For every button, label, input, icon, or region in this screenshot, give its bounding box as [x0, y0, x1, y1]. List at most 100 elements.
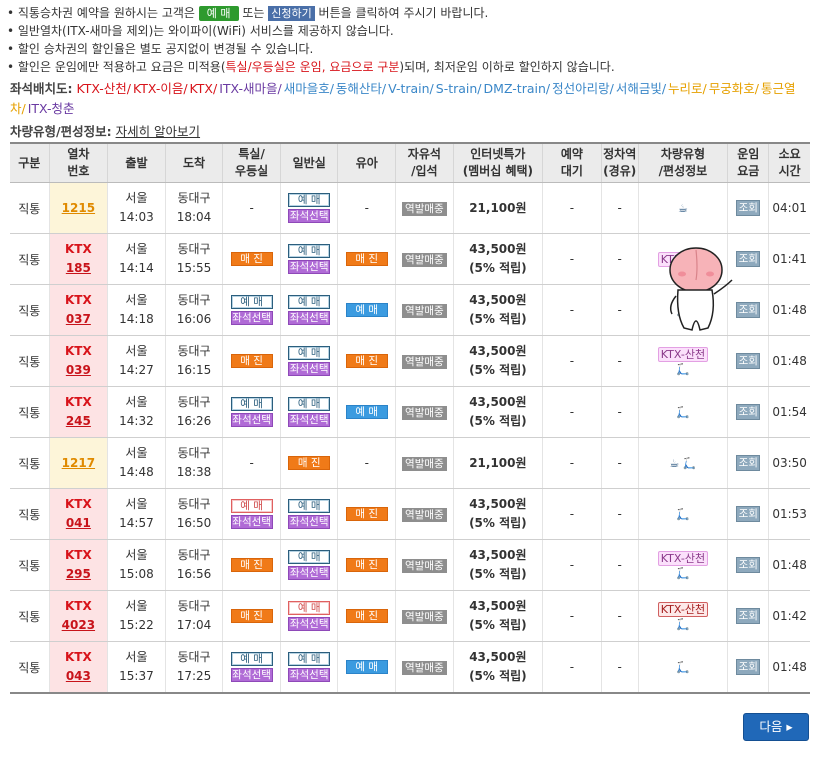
fare-inquiry-button[interactable]: 조회	[736, 404, 761, 420]
sold-out-button[interactable]: 매 진	[230, 558, 273, 572]
sold-out-button[interactable]: 매 진	[288, 456, 331, 470]
departure-cell: 서울 14:18	[107, 284, 166, 336]
train-number-link[interactable]: 4023	[50, 616, 108, 635]
sold-out-button[interactable]: 매 진	[345, 558, 388, 572]
sold-out-button[interactable]: 매 진	[345, 252, 388, 266]
reserve-button[interactable]: 예 매	[345, 303, 388, 317]
seat-select-button[interactable]: 좌석선택	[230, 311, 273, 325]
fare-cell: 43,500원 (5% 적립)	[452, 488, 543, 540]
reserve-button[interactable]: 예 매	[288, 499, 331, 513]
arrival-cell: 동대구 16:15	[164, 335, 223, 387]
reserve-button[interactable]: 예 매	[288, 601, 331, 615]
sold-out-button[interactable]: 매 진	[230, 354, 273, 368]
train-number-link[interactable]: 1215	[50, 199, 108, 218]
sold-out-button[interactable]: 매 진	[345, 609, 388, 623]
reserve-button[interactable]: 예 매	[288, 346, 331, 360]
reserve-button[interactable]: 예 매	[288, 550, 331, 564]
ktx-sancheon-tag[interactable]: KTX-산천	[657, 346, 709, 362]
seat-map-link[interactable]: ITX-청춘	[28, 101, 75, 116]
fare-inquiry-button[interactable]: 조회	[736, 251, 761, 267]
seat-select-button[interactable]: 좌석선택	[230, 668, 273, 682]
amenity-icon: 🛴	[676, 566, 690, 580]
ktx-sancheon-tag[interactable]: KTX-산천	[657, 550, 709, 566]
seat-select-button[interactable]: 좌석선택	[288, 515, 331, 529]
fare-cell: 43,500원 (5% 적립)	[452, 590, 543, 642]
train-type-cell: 직통	[10, 437, 50, 489]
train-number-link[interactable]: 1217	[50, 454, 108, 473]
seat-map-link[interactable]: DMZ-train/	[484, 81, 551, 96]
seat-map-link[interactable]: V-train/	[388, 81, 434, 96]
duration-cell: 01:54	[768, 386, 810, 438]
reserve-button[interactable]: 예 매	[230, 499, 273, 513]
schedule-table: 구분 열차 번호 출발 도착 특실/우등실 일반실 유아 자유석/입석 인터넷특가 (멤버십 혜택)…	[10, 142, 810, 694]
notice-4: • 할인은 운임에만 적용하고 요금은 미적용(특실/우등실은 운임, 요금으로…	[7, 60, 615, 74]
next-button[interactable]: 다음 ▸	[743, 713, 809, 741]
reserve-button[interactable]: 예 매	[230, 397, 273, 411]
seat-map-links: 좌석배치도: KTX-산천/KTX-이음/KTX/ITX-새마을/새마을호/동해…	[10, 79, 820, 119]
train-number-link[interactable]: 037	[50, 310, 108, 329]
reserve-button[interactable]: 예 매	[230, 652, 273, 666]
reserve-button[interactable]: 예 매	[345, 405, 388, 419]
seat-map-link[interactable]: 서해금빛/	[616, 81, 666, 96]
normal-cell: 예 매좌석선택	[279, 488, 338, 540]
duration-cell: 04:01	[768, 182, 810, 234]
seat-map-link[interactable]: S-train/	[436, 81, 482, 96]
fare-cell: 43,500원 (5% 적립)	[452, 335, 543, 387]
reserve-button[interactable]: 예 매	[288, 652, 331, 666]
seat-select-button[interactable]: 좌석선택	[230, 413, 273, 427]
seat-map-link[interactable]: 정선아리랑/	[552, 81, 614, 96]
free-seat-cell: 역발매중	[395, 641, 454, 694]
seat-select-button[interactable]: 좌석선택	[288, 209, 331, 223]
reserve-button[interactable]: 예 매	[345, 660, 388, 674]
seat-select-button[interactable]: 좌석선택	[288, 668, 331, 682]
train-number-cell: KTX 245	[48, 386, 108, 438]
seat-map-link[interactable]: KTX-이음/	[133, 81, 188, 96]
fare-inquiry-button[interactable]: 조회	[736, 353, 761, 369]
seat-select-button[interactable]: 좌석선택	[230, 515, 273, 529]
seat-select-button[interactable]: 좌석선택	[288, 362, 331, 376]
seat-map-link[interactable]: 새마을호/	[284, 81, 334, 96]
train-number-link[interactable]: 039	[50, 361, 108, 380]
reserve-button[interactable]: 예 매	[288, 244, 331, 258]
duration-cell: 01:41	[768, 233, 810, 285]
train-number-cell: 1215	[48, 182, 108, 234]
free-seat-cell: 역발매중	[395, 488, 454, 540]
reserve-button[interactable]: 예 매	[288, 295, 331, 309]
seat-map-link[interactable]: 동해산타/	[336, 81, 386, 96]
fare-inquiry-button[interactable]: 조회	[736, 200, 761, 216]
seat-map-link[interactable]: 누리로/	[668, 81, 707, 96]
fare-inquiry-button[interactable]: 조회	[736, 659, 761, 675]
seat-map-link[interactable]: ITX-새마을/	[219, 81, 282, 96]
train-number-link[interactable]: 295	[50, 565, 108, 584]
reserve-button[interactable]: 예 매	[230, 295, 273, 309]
seat-select-button[interactable]: 좌석선택	[288, 413, 331, 427]
fare-inquiry-button[interactable]: 조회	[736, 557, 761, 573]
normal-cell: 예 매좌석선택	[279, 182, 338, 234]
train-number-link[interactable]: 245	[50, 412, 108, 431]
train-type-cell: 직통	[10, 233, 50, 285]
train-number-link[interactable]: 185	[50, 259, 108, 278]
sold-out-button[interactable]: 매 진	[345, 354, 388, 368]
reserve-button[interactable]: 예 매	[288, 193, 331, 207]
seat-map-link[interactable]: KTX-산천/	[76, 81, 131, 96]
train-number-link[interactable]: 043	[50, 667, 108, 686]
sold-out-button[interactable]: 매 진	[345, 507, 388, 521]
fare-inquiry-button[interactable]: 조회	[736, 455, 761, 471]
ktx-sancheon-tag[interactable]: KTX-산천	[657, 601, 709, 617]
fare-inquiry-button[interactable]: 조회	[736, 506, 761, 522]
train-info-detail-link[interactable]: 자세히 알아보기	[116, 124, 200, 139]
seat-select-button[interactable]: 좌석선택	[288, 617, 331, 631]
seat-select-button[interactable]: 좌석선택	[288, 260, 331, 274]
reserve-button[interactable]: 예 매	[288, 397, 331, 411]
fare-inquiry-button[interactable]: 조회	[736, 608, 761, 624]
peach-mascot-sticker	[669, 247, 733, 331]
sold-out-button[interactable]: 매 진	[230, 252, 273, 266]
free-seat-cell: 역발매중	[395, 284, 454, 336]
seat-map-link[interactable]: 무궁화호/	[709, 81, 759, 96]
train-number-link[interactable]: 041	[50, 514, 108, 533]
seat-select-button[interactable]: 좌석선택	[288, 311, 331, 325]
seat-select-button[interactable]: 좌석선택	[288, 566, 331, 580]
sold-out-button[interactable]: 매 진	[230, 609, 273, 623]
fare-inquiry-button[interactable]: 조회	[736, 302, 761, 318]
seat-map-link[interactable]: KTX/	[190, 81, 218, 96]
